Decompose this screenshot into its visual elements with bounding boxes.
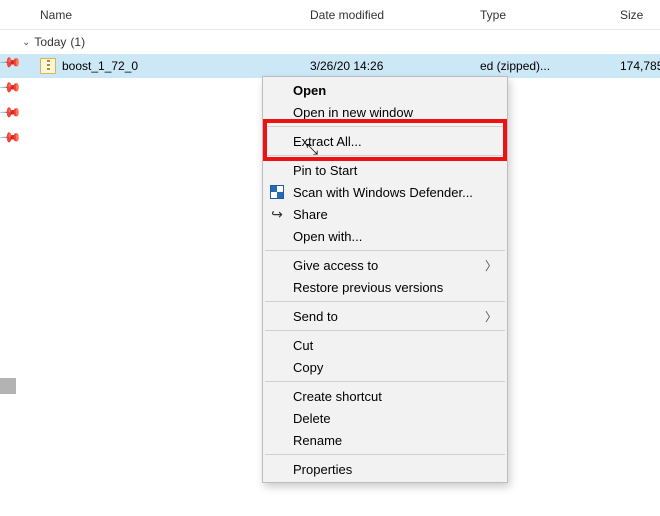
menu-cut[interactable]: Cut [263,334,507,356]
menu-separator [265,454,505,455]
chevron-down-icon: ⌄ [22,37,30,48]
col-header-type[interactable]: Type [480,8,620,22]
file-name: boost_1_72_0 [62,59,138,73]
menu-restore-versions[interactable]: Restore previous versions [263,276,507,298]
menu-send-to[interactable]: Send to 〉 [263,305,507,327]
pin-icon: 📌 [0,75,23,99]
col-header-date[interactable]: Date modified [310,8,480,22]
menu-open-with[interactable]: Open with... [263,225,507,247]
chevron-right-icon: 〉 [485,257,497,274]
menu-give-access-to[interactable]: Give access to 〉 [263,254,507,276]
menu-separator [265,330,505,331]
group-count: (1) [70,35,85,49]
menu-delete[interactable]: Delete [263,407,507,429]
file-date: 3/26/20 14:26 [310,59,480,73]
menu-pin-to-start[interactable]: Pin to Start [263,159,507,181]
menu-open[interactable]: Open [263,79,507,101]
group-label: Today [34,35,66,49]
context-menu: Open Open in new window Extract All... P… [262,76,508,483]
share-icon: ↪ [269,206,285,222]
menu-copy[interactable]: Copy [263,356,507,378]
column-headers: Name Date modified Type Size [0,0,660,30]
menu-separator [265,381,505,382]
menu-separator [265,301,505,302]
file-list: ⌄ Today (1) boost_1_72_0 3/26/20 14:26 e… [0,30,660,78]
file-size: 174,785 K [620,59,660,73]
menu-open-new-window[interactable]: Open in new window [263,101,507,123]
menu-share[interactable]: ↪ Share [263,203,507,225]
file-type: ed (zipped)... [480,59,620,73]
shield-icon [269,184,285,200]
menu-separator [265,250,505,251]
menu-scan-defender[interactable]: Scan with Windows Defender... [263,181,507,203]
menu-separator [265,126,505,127]
menu-separator [265,155,505,156]
menu-create-shortcut[interactable]: Create shortcut [263,385,507,407]
group-today[interactable]: ⌄ Today (1) [0,30,660,54]
scrollbar-thumb[interactable] [0,378,16,394]
chevron-right-icon: 〉 [485,308,497,325]
pin-icon: 📌 [0,100,23,124]
col-header-name[interactable]: Name [0,8,310,22]
quick-access-pins: 📌 📌 📌 📌 [2,54,19,146]
menu-properties[interactable]: Properties [263,458,507,480]
menu-rename[interactable]: Rename [263,429,507,451]
file-row-selected[interactable]: boost_1_72_0 3/26/20 14:26 ed (zipped)..… [0,54,660,78]
menu-extract-all[interactable]: Extract All... [263,130,507,152]
pin-icon: 📌 [0,125,23,149]
zip-icon [40,58,56,74]
col-header-size[interactable]: Size [620,8,660,22]
